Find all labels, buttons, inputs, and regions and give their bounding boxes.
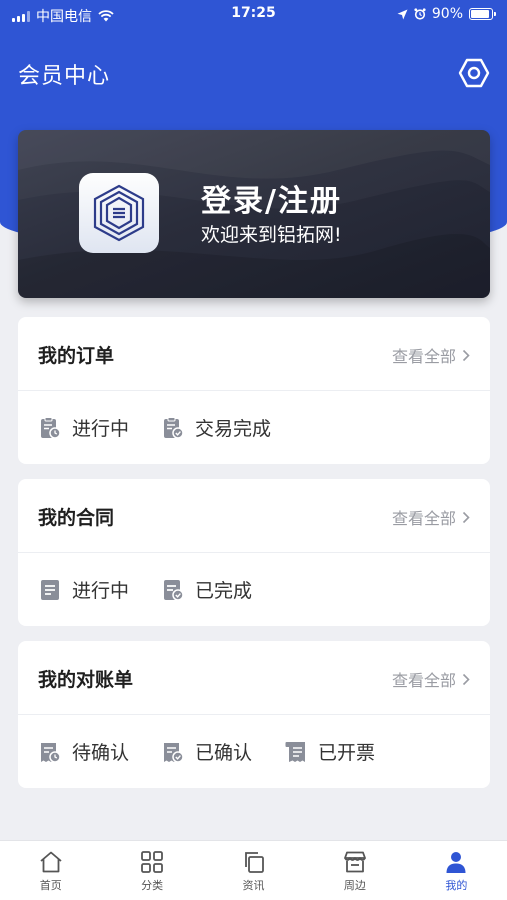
view-all-orders-link[interactable]: 查看全部 [392,343,470,367]
logo-cube-icon [93,184,145,242]
status-bar: 中国电信 17:25 90% [0,0,507,28]
welcome-text: 欢迎来到铝拓网! [201,224,342,246]
location-arrow-icon [397,9,408,19]
entry-label: 进行中 [72,580,130,602]
statements-invoiced[interactable]: 已开票 [284,738,375,765]
orders-section: 我的订单 查看全部 进行中 交易完成 [18,317,490,464]
clipboard-check-icon [164,416,184,439]
app-logo [79,173,159,253]
statements-pending[interactable]: 待确认 [38,738,129,765]
settings-button[interactable] [457,56,491,90]
tab-label: 首页 [39,879,62,892]
tab-nearby[interactable]: 周边 [304,841,405,900]
tab-label: 周边 [343,879,366,892]
statements-confirmed[interactable]: 已确认 [161,738,252,765]
view-all-label: 查看全部 [391,671,456,690]
orders-header[interactable]: 我的订单 查看全部 [18,317,490,391]
statements-header[interactable]: 我的对账单 查看全部 [18,641,490,715]
chevron-right-icon [462,349,470,361]
chevron-right-icon [462,511,470,523]
orders-completed[interactable]: 交易完成 [161,414,271,441]
copy-icon [244,852,264,873]
entry-label: 待确认 [72,742,130,764]
tab-label: 分类 [141,879,164,892]
tab-news[interactable]: 资讯 [203,841,304,900]
orders-in-progress[interactable]: 进行中 [38,414,129,441]
home-icon [40,851,62,873]
entry-label: 已确认 [195,742,253,764]
tab-label: 我的 [445,879,468,892]
view-all-statements-link[interactable]: 查看全部 [392,667,470,691]
grid-icon [141,851,164,873]
tab-mine[interactable]: 我的 [406,841,507,900]
statement-check-icon [164,742,184,763]
view-all-contracts-link[interactable]: 查看全部 [392,505,470,529]
login-title[interactable]: 登录/注册 [201,176,342,220]
clipboard-clock-icon [41,416,61,439]
entry-label: 已开票 [318,742,376,764]
view-all-label: 查看全部 [391,347,456,366]
receipt-icon [285,741,306,762]
section-title: 我的订单 [38,345,115,367]
view-all-label: 查看全部 [391,509,456,528]
bottom-tab-bar: 首页 分类 资讯 周边 我的 [0,840,507,900]
store-icon [344,851,366,873]
alarm-icon [414,8,426,20]
battery-percent: 90% [431,6,463,22]
tab-category[interactable]: 分类 [101,841,202,900]
entry-label: 交易完成 [195,418,272,440]
user-icon [446,852,466,873]
contracts-header[interactable]: 我的合同 查看全部 [18,479,490,553]
settings-hexagon-icon [458,58,490,88]
section-title: 我的对账单 [38,669,134,691]
statements-section: 我的对账单 查看全部 待确认 已确认 已开票 [18,641,490,788]
tab-label: 资讯 [242,879,265,892]
document-lines-icon [41,579,59,600]
statement-clock-icon [41,742,61,763]
entry-label: 进行中 [72,418,130,440]
page-title: 会员中心 [18,64,111,89]
status-right: 90% [397,6,496,22]
orders-entries: 进行中 交易完成 [18,391,490,464]
login-card[interactable]: 登录/注册 欢迎来到铝拓网! [18,130,490,298]
contracts-completed[interactable]: 已完成 [161,576,252,603]
document-check-icon [164,579,184,601]
contracts-entries: 进行中 已完成 [18,553,490,626]
statements-entries: 待确认 已确认 已开票 [18,715,490,788]
contracts-in-progress[interactable]: 进行中 [38,576,129,603]
tab-home[interactable]: 首页 [0,841,101,900]
chevron-right-icon [462,673,470,685]
section-title: 我的合同 [38,507,115,529]
entry-label: 已完成 [195,580,253,602]
battery-icon [469,8,496,20]
contracts-section: 我的合同 查看全部 进行中 已完成 [18,479,490,626]
